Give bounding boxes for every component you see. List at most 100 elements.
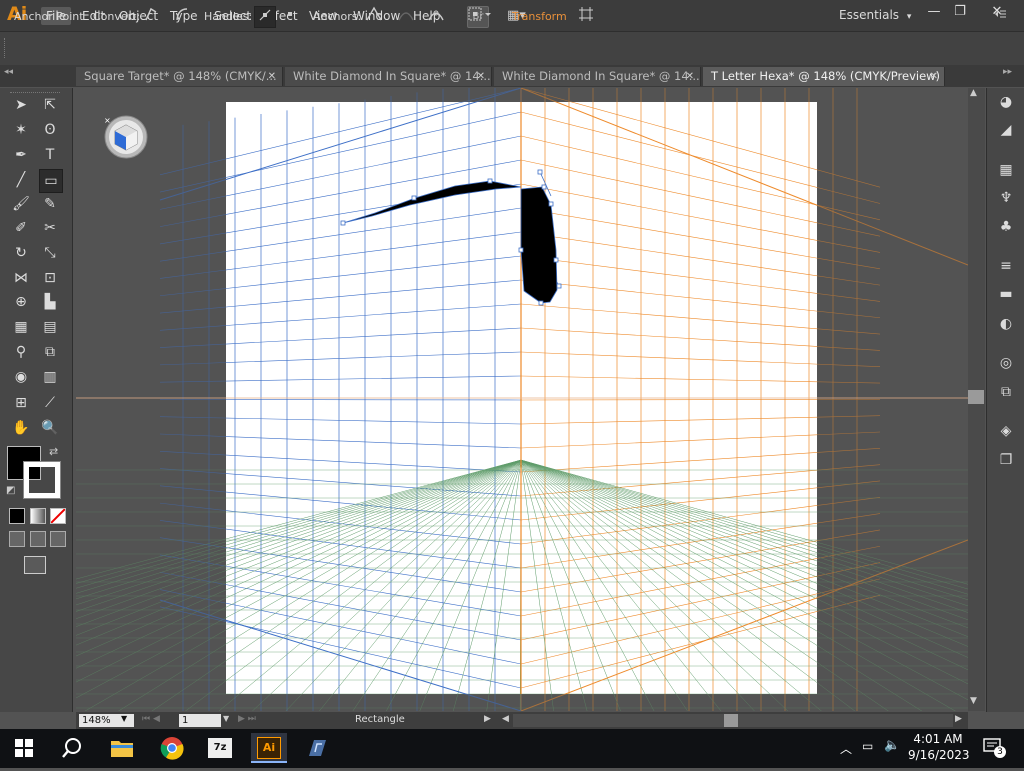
graph-tool-icon[interactable]: ▥ (39, 366, 61, 388)
symbol-sprayer-tool-icon[interactable]: ◉ (10, 366, 32, 388)
convert-to-corner-icon[interactable] (141, 6, 161, 26)
shape-builder-tool-icon[interactable]: ⊕ (10, 291, 32, 313)
paintbrush-tool-icon[interactable]: 🖌 (10, 193, 32, 215)
close-icon[interactable]: ✕ (268, 67, 276, 86)
brushes-icon[interactable]: ♆ (996, 188, 1016, 208)
illustrator-taskbar-icon[interactable]: Ai (251, 733, 287, 763)
draw-normal-icon[interactable] (9, 531, 25, 547)
pen-tool-icon[interactable]: ✒ (10, 144, 32, 166)
chevron-down-icon[interactable]: ▼ (121, 714, 127, 723)
appearance-panel-icon[interactable]: ◎ (996, 353, 1016, 373)
zoom-tool-icon[interactable]: 🔍 (39, 417, 61, 439)
chevron-up-icon[interactable]: ︿ (840, 740, 852, 757)
transparency-panel-icon[interactable]: ◐ (996, 314, 1016, 334)
gradient-mode-icon[interactable] (30, 508, 46, 524)
collapse-toolbar-icon[interactable]: ◂◂ (4, 67, 13, 77)
close-icon[interactable]: ✕ (686, 67, 694, 86)
artboards-panel-icon[interactable]: ❐ (996, 450, 1016, 470)
hide-handles-icon[interactable] (280, 6, 300, 26)
transform-link[interactable]: Transform (512, 10, 567, 23)
windows-start-icon[interactable] (6, 733, 42, 763)
volume-icon[interactable]: 🔈 (884, 738, 900, 753)
symbols-icon[interactable]: ♣ (996, 217, 1016, 237)
chevron-down-icon[interactable]: ▼ (223, 714, 229, 723)
color-panel-icon[interactable]: ◕ (996, 92, 1016, 112)
status-menu-arrow[interactable]: ▶ (484, 714, 491, 724)
restore-button[interactable]: ❐ (945, 2, 975, 22)
color-guide-icon[interactable]: ◢ (996, 120, 1016, 140)
magic-wand-tool-icon[interactable]: ✶ (10, 119, 32, 141)
tab-label: White Diamond In Square* @ 14... (502, 69, 700, 83)
rectangle-tool-icon[interactable]: ▭ (39, 169, 63, 193)
eyedropper-tool-icon[interactable]: ⚲ (10, 341, 32, 363)
line-tool-icon[interactable]: ╱ (10, 169, 32, 191)
draw-behind-icon[interactable] (30, 531, 46, 547)
search-icon[interactable] (54, 733, 90, 763)
gradient-panel-icon[interactable]: ▬ (996, 284, 1016, 304)
connect-anchors-icon[interactable] (396, 6, 416, 26)
width-tool-icon[interactable]: ⋈ (10, 267, 32, 289)
type-tool-icon[interactable]: T (39, 144, 61, 166)
gradient-tool-icon[interactable]: ▤ (39, 316, 61, 338)
network-icon[interactable]: ▭ (862, 739, 873, 753)
close-icon[interactable]: ✕ (477, 67, 485, 86)
default-colors-icon[interactable]: ◩ (6, 485, 15, 496)
clock-time[interactable]: 4:01 AM (913, 732, 963, 746)
notification-center-icon[interactable]: 3 (983, 738, 1006, 758)
horizontal-scrollbar[interactable] (513, 714, 953, 727)
lasso-tool-icon[interactable]: ʘ (39, 119, 61, 141)
grip-icon[interactable] (4, 38, 8, 58)
slice-tool-icon[interactable]: ⟋ (39, 392, 61, 414)
workspace-switcher[interactable]: Essentials ▾ (839, 8, 911, 22)
first-artboard-icon[interactable]: ⏮ ◀ (142, 714, 160, 724)
artboard-canvas[interactable]: × (76, 88, 968, 711)
cut-path-icon[interactable] (426, 6, 446, 26)
direct-selection-tool-icon[interactable]: ⇱ (39, 94, 61, 116)
swap-colors-icon[interactable]: ⇄ (49, 445, 58, 458)
convert-to-smooth-icon[interactable] (172, 6, 192, 26)
perspective-grid-tool-icon[interactable]: ▙ (39, 291, 61, 313)
artboard-number-field[interactable]: 1 (179, 714, 221, 727)
close-icon[interactable]: ✕ (930, 67, 938, 86)
scale-tool-icon[interactable]: ⤡ (39, 242, 61, 264)
vertical-scrollbar[interactable]: ▲ ▼ (968, 88, 985, 711)
collapse-panels-icon[interactable]: ▸▸ (1003, 67, 1012, 77)
tab-square-target[interactable]: Square Target* @ 148% (CMYK/... ✕ (76, 67, 283, 86)
workspace-label: Essentials (839, 8, 900, 22)
scissors-tool-icon[interactable]: ✂ (39, 217, 61, 239)
clock-date[interactable]: 9/16/2023 (908, 748, 970, 762)
graphic-styles-icon[interactable]: ⧉ (996, 382, 1016, 402)
tab-white-diamond-2[interactable]: White Diamond In Square* @ 14... ✕ (494, 67, 701, 86)
tab-white-diamond-1[interactable]: White Diamond In Square* @ 14... ✕ (285, 67, 492, 86)
chrome-icon[interactable] (154, 733, 190, 763)
none-mode-icon[interactable] (50, 508, 66, 524)
free-transform-tool-icon[interactable]: ⊡ (39, 267, 61, 289)
stroke-swatch[interactable] (24, 462, 60, 498)
remove-anchor-icon[interactable] (364, 6, 384, 26)
7zip-icon[interactable]: 7z (202, 733, 238, 763)
mesh-tool-icon[interactable]: ▦ (10, 316, 32, 338)
isolate-object-icon[interactable] (576, 6, 596, 26)
stroke-panel-icon[interactable]: ≡ (996, 256, 1016, 276)
app-icon[interactable] (300, 733, 336, 763)
screen-mode-icon[interactable] (24, 556, 46, 574)
layers-panel-icon[interactable]: ◈ (996, 421, 1016, 441)
blend-tool-icon[interactable]: ⧉ (39, 341, 61, 363)
show-handles-icon[interactable] (254, 6, 276, 28)
align-dropdown-icon[interactable] (466, 6, 494, 26)
scroll-right-arrow[interactable]: ▶ (955, 714, 962, 724)
swatches-icon[interactable]: ▦ (996, 160, 1016, 180)
selection-tool-icon[interactable]: ➤ (10, 94, 32, 116)
rotate-tool-icon[interactable]: ↻ (10, 242, 32, 264)
artboard-tool-icon[interactable]: ⊞ (10, 392, 32, 414)
scroll-left-arrow[interactable]: ◀ (502, 714, 509, 724)
draw-inside-icon[interactable] (50, 531, 66, 547)
blob-brush-tool-icon[interactable]: ✐ (10, 217, 32, 239)
file-explorer-icon[interactable] (104, 733, 140, 763)
last-artboard-icon[interactable]: ▶ ⏭ (238, 714, 256, 724)
color-mode-icon[interactable] (9, 508, 25, 524)
tab-t-letter-hexa[interactable]: T Letter Hexa* @ 148% (CMYK/Preview) ✕ (703, 67, 945, 86)
hand-tool-icon[interactable]: ✋ (10, 417, 32, 439)
pencil-tool-icon[interactable]: ✎ (39, 193, 61, 215)
panel-menu-icon[interactable] (990, 6, 1010, 26)
